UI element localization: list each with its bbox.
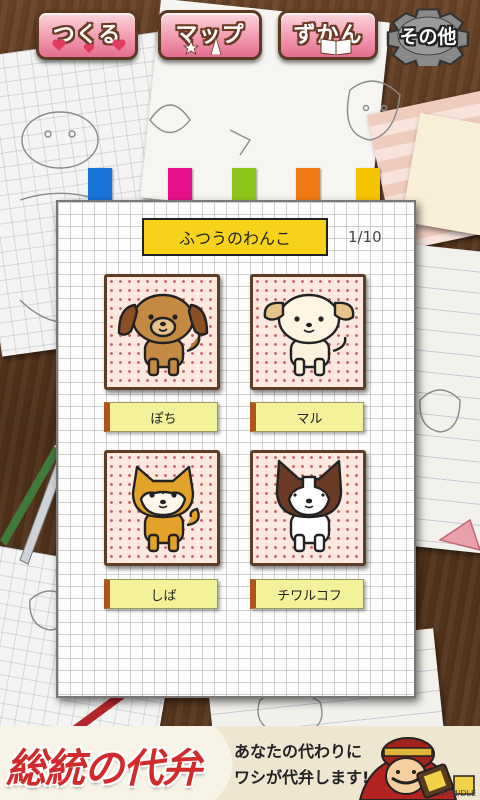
ad-copyright: ©FM/DLE [438,789,476,798]
cream-puppy-icon [263,293,355,377]
brown-puppy-icon [117,293,209,377]
dog-card-maru[interactable] [250,274,366,390]
category-tab-blue[interactable] [88,168,112,204]
dog-name-label: チワルコフ [277,588,342,604]
category-title-text: ふつうのわんこ [178,229,291,248]
dog-card-pochi[interactable] [104,274,220,390]
ad-banner[interactable]: 総統の代弁 あなたの代わりに ワシが代弁します! ©FM/DLE [0,726,480,800]
category-tab-pink[interactable] [168,168,192,204]
dog-name-label: しば [150,588,177,604]
create-button[interactable]: つくる [36,10,138,60]
category-tab-green[interactable] [232,168,256,204]
other-menu-button[interactable]: その他 [384,6,472,66]
tower-and-stars-icon [182,37,222,55]
page-indicator: 1/10 [348,228,382,246]
other-menu-label: その他 [399,26,457,48]
dog-name-label: ぽち [150,411,177,427]
dog-list-panel: ふつうのわんこ 1/10 ぽち マル しば チワルコフ [56,200,416,698]
dog-card-shiba[interactable] [104,450,220,566]
ad-headline: 総統の代弁 [6,746,202,792]
open-book-icon [320,38,352,55]
category-tab-orange[interactable] [296,168,320,204]
dog-name-tag[interactable]: チワルコフ [250,579,364,609]
category-title: ふつうのわんこ [142,218,328,256]
ad-subtext-line1: あなたの代わりに [234,742,363,761]
dog-name-label: マル [296,411,323,427]
shiba-dog-icon [131,465,200,553]
ad-subtext-line2: ワシが代弁します! [234,768,370,787]
map-button[interactable]: マップ [158,10,262,60]
zukan-button[interactable]: ずかん [278,10,378,60]
hearts-icon [52,39,126,53]
dog-name-tag[interactable]: しば [104,579,218,609]
dog-name-tag[interactable]: マル [250,402,364,432]
dog-name-tag[interactable]: ぽち [104,402,218,432]
chihuahua-dog-icon [275,459,343,553]
dog-card-chiwarukofu[interactable] [250,450,366,566]
category-tab-yellow[interactable] [356,168,380,204]
